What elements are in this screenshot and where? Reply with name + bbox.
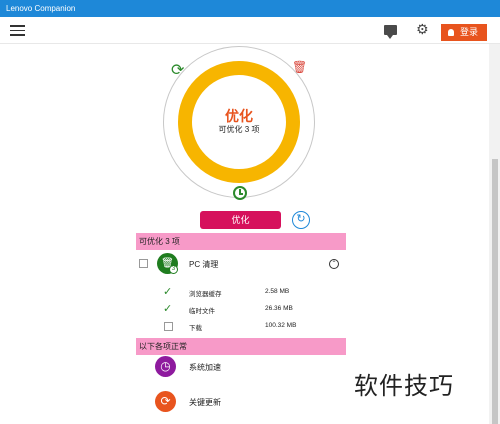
chat-icon[interactable] xyxy=(384,25,397,39)
item-label: 浏览器缓存 xyxy=(189,291,222,298)
system-speedup-clock-icon: ◷ xyxy=(155,356,176,377)
login-button[interactable]: 登录 xyxy=(441,24,487,41)
feature-label: 关键更新 xyxy=(189,398,221,407)
item-label: 下载 xyxy=(189,325,202,332)
item-checkbox-checked[interactable]: ✓ xyxy=(163,285,172,298)
count-badge: 3 xyxy=(169,265,178,274)
refresh-icon[interactable]: ↻ xyxy=(292,211,310,229)
section-header-optimizable: 可优化 3 项 xyxy=(136,233,346,250)
optimize-button[interactable]: 优化 xyxy=(200,211,281,229)
item-label: 临时文件 xyxy=(189,308,215,315)
login-label: 登录 xyxy=(460,27,479,37)
scrollbar-thumb[interactable] xyxy=(492,159,498,424)
window-title: Lenovo Companion xyxy=(6,4,76,13)
ring-subtitle: 可优化 3 项 xyxy=(218,125,260,134)
hamburger-menu-icon[interactable] xyxy=(10,25,25,36)
item-size: 100.32 MB xyxy=(265,322,297,329)
item-checkbox-checked[interactable]: ✓ xyxy=(163,302,172,315)
app-toolbar: ⚙ 登录 xyxy=(0,17,500,44)
item-checkbox-unchecked[interactable] xyxy=(164,322,173,331)
ring-title: 优化 xyxy=(225,108,253,124)
critical-update-refresh-icon: ⟳ xyxy=(155,391,176,412)
section-header-normal: 以下各项正常 xyxy=(136,338,346,355)
scrollbar[interactable] xyxy=(489,44,500,424)
collapse-chevron-up-icon[interactable]: ⌃ xyxy=(329,259,339,269)
watermark-text: 软件技巧 xyxy=(354,373,454,400)
item-size: 2.58 MB xyxy=(265,288,290,295)
pc-cleanup-label: PC 清理 xyxy=(189,260,219,269)
gear-icon[interactable]: ⚙ xyxy=(416,21,429,38)
item-size: 26.36 MB xyxy=(265,305,293,312)
window-title-bar: Lenovo Companion xyxy=(0,0,500,17)
trash-icon[interactable]: 🗑 xyxy=(292,60,307,74)
feature-label: 系统加速 xyxy=(189,363,221,372)
clock-icon[interactable] xyxy=(233,186,247,200)
person-icon xyxy=(448,29,454,36)
sync-icon[interactable]: ⟳ xyxy=(171,60,184,80)
group-checkbox[interactable] xyxy=(139,259,148,268)
